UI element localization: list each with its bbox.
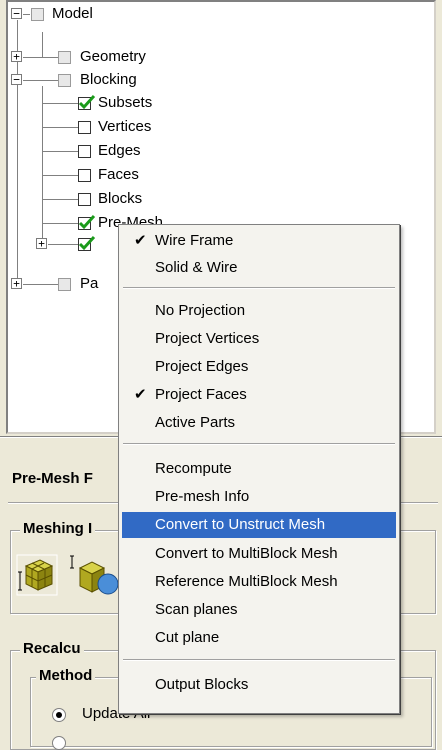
method-group-label: Method	[36, 667, 96, 684]
menu-item-scan-planes[interactable]: Scan planes	[122, 597, 396, 623]
menu-item-no-projection[interactable]: No Projection	[122, 298, 396, 324]
menu-item-label: Project Edges	[155, 358, 249, 375]
tree-checkbox-blocks[interactable]	[78, 193, 91, 206]
context-menu: ✔ Wire Frame Solid & Wire No Projection P…	[118, 224, 400, 714]
green-check-icon	[78, 214, 96, 230]
recalc-group-label: Recalcu	[20, 640, 84, 657]
next-option-radio[interactable]	[52, 736, 66, 750]
menu-item-label: No Projection	[155, 302, 246, 319]
menu-item-label: Project Faces	[155, 386, 247, 403]
menu-item-label: Recompute	[155, 460, 232, 477]
menu-item-label: Active Parts	[155, 414, 236, 431]
menu-item-label: Scan planes	[155, 601, 238, 618]
menu-item-project-faces[interactable]: ✔ Project Faces	[122, 382, 396, 408]
menu-item-label: Reference MultiBlock Mesh	[155, 573, 338, 590]
tree-checkbox-vertices[interactable]	[78, 121, 91, 134]
menu-separator	[123, 443, 395, 445]
tree-checkbox-blocking[interactable]	[58, 74, 71, 87]
tree-item-label: Faces	[98, 166, 139, 183]
menu-item-project-edges[interactable]: Project Edges	[122, 354, 396, 380]
tree-item-label: Model	[52, 5, 93, 22]
tree-checkbox-edges[interactable]	[78, 145, 91, 158]
green-check-icon	[78, 235, 96, 251]
menu-item-reference-multiblock[interactable]: Reference MultiBlock Mesh	[122, 569, 396, 595]
tree-checkbox-geometry[interactable]	[58, 51, 71, 64]
tree-checkbox-model[interactable]	[31, 8, 44, 21]
expander-parts[interactable]: +	[11, 278, 22, 289]
tree-item-label: Subsets	[98, 94, 153, 111]
expander-blocking[interactable]: −	[11, 74, 22, 85]
checkmark-icon: ✔	[134, 232, 147, 249]
menu-separator	[123, 287, 395, 289]
update-all-radio[interactable]	[52, 708, 66, 722]
menu-item-premesh-info[interactable]: Pre-mesh Info	[122, 484, 396, 510]
expander-model[interactable]: −	[11, 8, 22, 19]
menu-item-label: Convert to Unstruct Mesh	[155, 516, 326, 533]
hexa-sphere-icon	[70, 555, 119, 595]
menu-item-label: Solid & Wire	[155, 259, 238, 276]
menu-item-cut-plane[interactable]: Cut plane	[122, 625, 396, 651]
hexa-cube-icon	[16, 554, 58, 596]
expander-subnode[interactable]: +	[36, 238, 47, 249]
tree-item-label: Edges	[98, 142, 141, 159]
menu-item-label: Project Vertices	[155, 330, 260, 347]
menu-item-label: Cut plane	[155, 629, 220, 646]
tree-item-label: Vertices	[98, 118, 152, 135]
tree-checkbox-subsets[interactable]	[78, 94, 96, 110]
menu-item-project-vertices[interactable]: Project Vertices	[122, 326, 396, 352]
tree-item-label: Geometry	[80, 48, 146, 65]
menu-item-label: Wire Frame	[155, 232, 234, 249]
tree-checkbox-subnode[interactable]	[78, 235, 96, 251]
menu-item-recompute[interactable]: Recompute	[122, 456, 396, 482]
menu-item-convert-unstruct[interactable]: Convert to Unstruct Mesh	[122, 512, 396, 538]
menu-item-label: Pre-mesh Info	[155, 488, 250, 505]
panel-title: Pre-Mesh F	[12, 470, 93, 487]
menu-item-output-blocks[interactable]: Output Blocks	[122, 672, 396, 698]
tree-checkbox-parts[interactable]	[58, 278, 71, 291]
menu-item-label: Convert to MultiBlock Mesh	[155, 545, 338, 562]
hexa-mesh-button[interactable]	[16, 554, 58, 596]
tree-item-label: Pa	[80, 275, 99, 292]
menu-item-wire-frame[interactable]: ✔ Wire Frame	[122, 228, 396, 254]
hexa-sphere-mesh-button[interactable]	[66, 554, 119, 596]
tree-item-label: Blocking	[80, 71, 137, 88]
menu-item-solid-wire[interactable]: Solid & Wire	[122, 255, 396, 281]
tree-checkbox-premesh[interactable]	[78, 214, 96, 230]
menu-item-convert-multiblock[interactable]: Convert to MultiBlock Mesh	[122, 541, 396, 567]
tree-checkbox-faces[interactable]	[78, 169, 91, 182]
green-check-icon	[78, 94, 96, 110]
menu-separator	[123, 659, 395, 661]
menu-item-label: Output Blocks	[155, 676, 249, 693]
menu-item-active-parts[interactable]: Active Parts	[122, 410, 396, 436]
checkmark-icon: ✔	[134, 386, 147, 403]
tree-item-label: Blocks	[98, 190, 143, 207]
expander-geometry[interactable]: +	[11, 51, 22, 62]
meshing-group-label: Meshing I	[20, 520, 96, 537]
